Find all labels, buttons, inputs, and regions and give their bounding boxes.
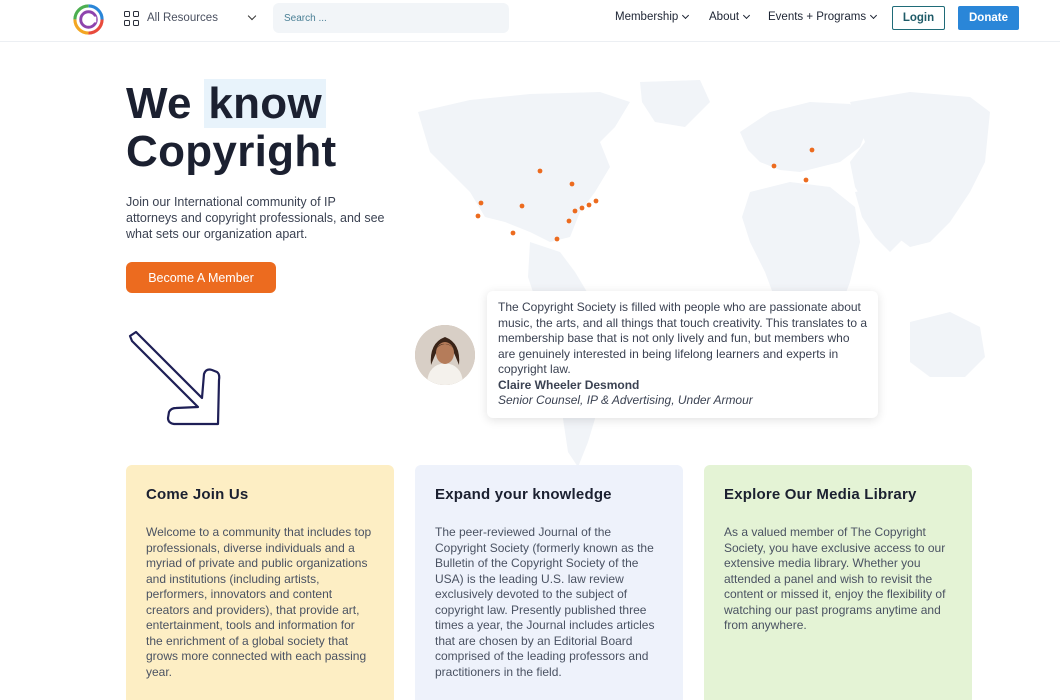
testimonial-card: The Copyright Society is filled with peo… xyxy=(487,291,878,418)
site-header: All Resources Membership About Events + … xyxy=(0,0,1060,42)
search-input[interactable] xyxy=(273,3,509,33)
all-resources-label: All Resources xyxy=(147,12,218,24)
logo-icon[interactable] xyxy=(72,3,105,36)
nav-about[interactable]: About xyxy=(709,11,751,23)
card-come-join-us: Come Join Us Welcome to a community that… xyxy=(126,465,394,700)
hero-title-copyright: Copyright xyxy=(126,127,337,176)
card-expand-knowledge: Expand your knowledge The peer-reviewed … xyxy=(415,465,683,700)
nav-membership[interactable]: Membership xyxy=(615,11,690,23)
card-body: The peer-reviewed Journal of the Copyrig… xyxy=(435,525,655,679)
donate-button[interactable]: Donate xyxy=(958,6,1019,30)
chevron-down-icon xyxy=(682,11,690,19)
chevron-down-icon xyxy=(743,11,751,19)
hero-title: We know Copyright xyxy=(126,79,337,176)
card-title: Come Join Us xyxy=(146,486,249,503)
become-member-button[interactable]: Become A Member xyxy=(126,262,276,293)
login-button[interactable]: Login xyxy=(892,6,945,30)
testimonial-name: Claire Wheeler Desmond xyxy=(498,377,640,392)
grid-icon xyxy=(124,10,139,26)
testimonial-quote: The Copyright Society is filled with peo… xyxy=(498,300,868,376)
avatar xyxy=(415,325,475,385)
hero-title-know: know xyxy=(204,79,326,128)
nav-membership-label: Membership xyxy=(615,11,679,23)
nav-about-label: About xyxy=(709,11,740,23)
card-body: Welcome to a community that includes top… xyxy=(146,525,372,679)
hero-subtitle: Join our International community of IP a… xyxy=(126,195,385,241)
all-resources-dropdown[interactable]: All Resources xyxy=(124,9,218,27)
chevron-down-icon xyxy=(870,11,878,19)
nav-events-programs[interactable]: Events + Programs xyxy=(768,11,878,23)
chevron-down-icon[interactable] xyxy=(247,11,257,21)
hero-title-we: We xyxy=(126,79,192,128)
card-media-library: Explore Our Media Library As a valued me… xyxy=(704,465,972,700)
nav-events-label: Events + Programs xyxy=(768,11,867,23)
testimonial-role: Senior Counsel, IP & Advertising, Under … xyxy=(498,393,753,407)
card-title: Explore Our Media Library xyxy=(724,486,917,503)
card-body: As a valued member of The Copyright Soci… xyxy=(724,525,946,632)
arrow-down-right-icon xyxy=(128,330,221,426)
card-title: Expand your knowledge xyxy=(435,486,612,503)
